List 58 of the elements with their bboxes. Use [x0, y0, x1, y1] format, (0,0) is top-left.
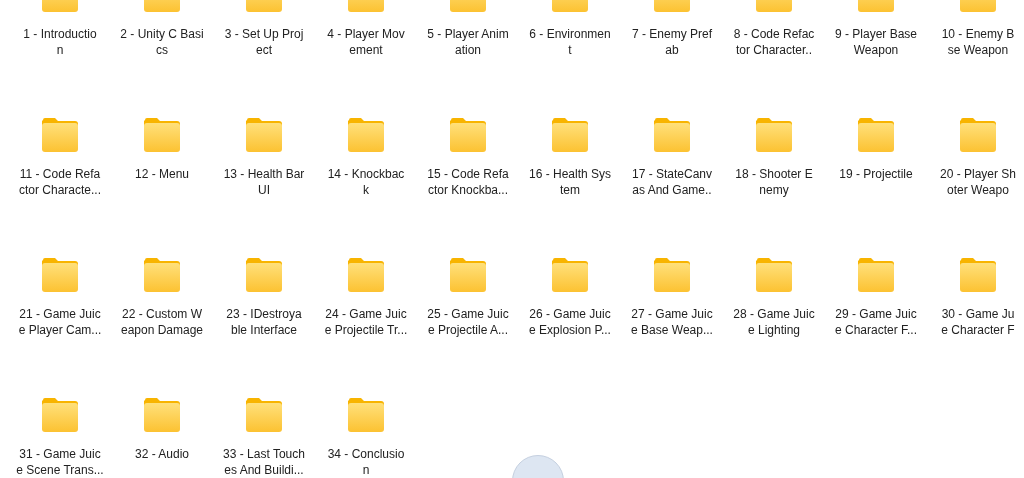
folder-name[interactable]: 21 - Game Juic e Player Cam...: [18, 306, 102, 338]
folder-name[interactable]: 32 - Audio: [134, 446, 189, 478]
folder-icon[interactable]: [551, 258, 589, 292]
folder-name[interactable]: 27 - Game Juic e Base Weap...: [631, 306, 713, 338]
folder-name[interactable]: 16 - Health Sys tem: [528, 166, 611, 198]
folder-icon[interactable]: [755, 118, 793, 152]
folder-name[interactable]: 2 - Unity C Basi cs: [120, 26, 204, 58]
folder-icon[interactable]: [143, 258, 181, 292]
folder-name[interactable]: 8 - Code Refac tor Character..: [733, 26, 815, 58]
folder-icon[interactable]: [755, 258, 793, 292]
folder-icon[interactable]: [347, 118, 385, 152]
folder-name[interactable]: 22 - Custom W eapon Damage: [120, 306, 204, 338]
folder-icon[interactable]: [143, 118, 181, 152]
folder-icon[interactable]: [41, 258, 79, 292]
folder-name[interactable]: 17 - StateCanv as And Game..: [631, 166, 712, 198]
folder-name[interactable]: 4 - Player Mov ement: [327, 26, 405, 58]
folder-name[interactable]: 3 - Set Up Proj ect: [224, 26, 304, 58]
folder-name[interactable]: 19 - Projectile: [839, 166, 913, 198]
folder-name[interactable]: 15 - Code Refa ctor Knockba...: [427, 166, 509, 198]
folder-icon[interactable]: [245, 118, 283, 152]
folder-name[interactable]: 18 - Shooter E nemy: [735, 166, 813, 198]
folder-icon[interactable]: [857, 258, 895, 292]
folder-name[interactable]: 5 - Player Anim ation: [427, 26, 509, 58]
folder-icon[interactable]: [959, 118, 997, 152]
folder-icon[interactable]: [41, 398, 79, 432]
folder-name[interactable]: 34 - Conclusio n: [327, 446, 405, 478]
folder-icon[interactable]: [449, 258, 487, 292]
folder-name[interactable]: 31 - Game Juic e Scene Trans...: [16, 446, 104, 478]
folder-icon[interactable]: [347, 258, 385, 292]
folder-icon[interactable]: [143, 398, 181, 432]
folder-name[interactable]: 1 - Introductio n: [23, 26, 97, 58]
folder-name[interactable]: 10 - Enemy B se Weapon: [941, 26, 1015, 58]
folder-name[interactable]: 28 - Game Juic e Lighting: [733, 306, 815, 338]
folder-name[interactable]: 9 - Player Base Weapon: [834, 26, 917, 58]
folder-icon[interactable]: [41, 118, 79, 152]
folder-icon[interactable]: [857, 118, 895, 152]
folder-name[interactable]: 33 - Last Touch es And Buildi...: [223, 446, 305, 478]
folder-icon[interactable]: [347, 398, 385, 432]
folder-name[interactable]: 7 - Enemy Pref ab: [632, 26, 712, 58]
folder-icon[interactable]: [653, 118, 691, 152]
folder-name[interactable]: 6 - Environmen t: [529, 26, 611, 58]
folder-icon[interactable]: [653, 258, 691, 292]
folder-icon[interactable]: [245, 258, 283, 292]
folder-icon[interactable]: [449, 118, 487, 152]
folder-name[interactable]: 30 - Game Ju e Character F: [941, 306, 1015, 338]
folder-icon[interactable]: [245, 398, 283, 432]
folder-name[interactable]: 29 - Game Juic e Character F...: [835, 306, 917, 338]
folder-name[interactable]: 24 - Game Juic e Projectile Tr...: [324, 306, 408, 338]
folder-name[interactable]: 26 - Game Juic e Explosion P...: [529, 306, 611, 338]
folder-name[interactable]: 12 - Menu: [135, 166, 189, 198]
folder-name[interactable]: 23 - IDestroya ble Interface: [226, 306, 302, 338]
folder-name[interactable]: 14 - Knockbac k: [327, 166, 405, 198]
folder-icon[interactable]: [959, 258, 997, 292]
folder-name[interactable]: 20 - Player Sh oter Weapo: [939, 166, 1016, 198]
folder-icon[interactable]: [551, 118, 589, 152]
folder-name[interactable]: 11 - Code Refa ctor Characte...: [19, 166, 101, 198]
folder-name[interactable]: 13 - Health Bar UI: [223, 166, 305, 198]
folder-name[interactable]: 25 - Game Juic e Projectile A...: [427, 306, 509, 338]
